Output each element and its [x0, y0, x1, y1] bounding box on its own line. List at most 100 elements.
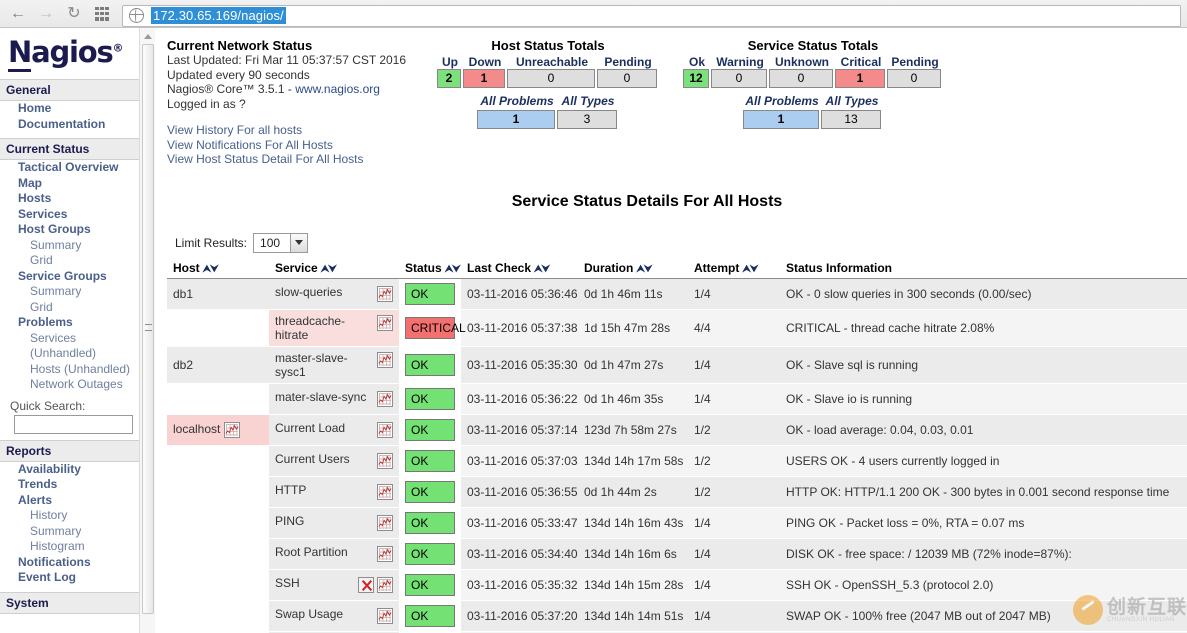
notifications-disabled-icon[interactable]: [358, 577, 374, 593]
host-subtotal-all-problems[interactable]: 1: [477, 110, 555, 129]
service-name[interactable]: mater-slave-sync: [275, 390, 366, 404]
column-header-last-check[interactable]: Last Check ⮝⮟: [461, 258, 578, 279]
column-header-service[interactable]: Service ⮝⮟: [269, 258, 399, 279]
service-name[interactable]: slow-queries: [275, 285, 342, 299]
service-cell[interactable]: mater-slave-sync: [269, 383, 399, 415]
column-header-status[interactable]: Status ⮝⮟: [399, 258, 461, 279]
service-cell[interactable]: PING: [269, 507, 399, 539]
chevron-down-icon[interactable]: [290, 233, 308, 252]
limit-results-select[interactable]: 100: [253, 232, 309, 253]
sort-arrows-icon[interactable]: ⮝⮟: [636, 264, 652, 275]
forward-icon[interactable]: →: [32, 2, 60, 26]
nagios-logo[interactable]: Nagios®: [0, 28, 155, 73]
sidebar-item-tactical-overview[interactable]: Tactical Overview: [0, 160, 155, 176]
view-link-view-host-status-detail-for-all-hosts[interactable]: View Host Status Detail For All Hosts: [167, 152, 437, 167]
column-header-duration[interactable]: Duration ⮝⮟: [578, 258, 688, 279]
host-cell[interactable]: db1: [167, 278, 269, 310]
sidebar-item-problems[interactable]: Problems: [0, 315, 155, 331]
sort-arrows-icon[interactable]: ⮝⮟: [203, 264, 219, 275]
service-cell[interactable]: Current Users: [269, 445, 399, 477]
sidebar-item-hosts[interactable]: Hosts: [0, 191, 155, 207]
host-name[interactable]: db2: [173, 358, 193, 372]
service-name[interactable]: Current Users: [275, 452, 350, 466]
service-name[interactable]: master-slave-sysc1: [275, 351, 348, 379]
service-trends-graph-icon[interactable]: [377, 453, 393, 469]
sort-arrows-icon[interactable]: ⮝⮟: [445, 264, 461, 275]
sidebar-item-hosts-unhandled[interactable]: Hosts (Unhandled): [0, 362, 155, 378]
host-subtotal-all-types[interactable]: 3: [557, 110, 617, 129]
service-total-warning[interactable]: 0: [711, 69, 767, 88]
service-trends-graph-icon[interactable]: [377, 484, 393, 500]
service-cell[interactable]: master-slave-sysc1: [269, 346, 399, 384]
service-cell[interactable]: Swap Usage: [269, 600, 399, 632]
service-trends-graph-icon[interactable]: [377, 422, 393, 438]
service-cell[interactable]: HTTP: [269, 476, 399, 508]
service-trends-graph-icon[interactable]: [377, 286, 393, 302]
sidebar-item-network-outages[interactable]: Network Outages: [0, 377, 155, 393]
nagios-org-link[interactable]: www.nagios.org: [295, 82, 380, 96]
service-name[interactable]: PING: [275, 514, 304, 528]
service-total-pending[interactable]: 0: [887, 69, 941, 88]
service-subtotal-all-problems[interactable]: 1: [743, 110, 819, 129]
service-trends-graph-icon[interactable]: [377, 608, 393, 624]
sidebar-item-grid[interactable]: Grid: [0, 253, 155, 269]
scrollbar-thumb[interactable]: [142, 44, 154, 614]
service-total-ok[interactable]: 12: [683, 69, 709, 88]
service-trends-graph-icon[interactable]: [377, 314, 393, 331]
sidebar-scrollbar[interactable]: [139, 28, 155, 633]
service-cell[interactable]: Root Partition: [269, 538, 399, 570]
sidebar-item-availability[interactable]: Availability: [0, 462, 155, 478]
service-cell[interactable]: Current Load: [269, 414, 399, 446]
address-bar[interactable]: 172.30.65.169/nagios/: [122, 4, 1181, 27]
column-header-status-information[interactable]: Status Information: [780, 258, 1187, 279]
reload-icon[interactable]: ↻: [60, 2, 88, 26]
sidebar-item-histogram[interactable]: Histogram: [0, 539, 155, 555]
view-link-view-notifications-for-all-hosts[interactable]: View Notifications For All Hosts: [167, 138, 437, 153]
sidebar-item-history[interactable]: History: [0, 508, 155, 524]
sort-arrows-icon[interactable]: ⮝⮟: [321, 264, 337, 275]
quick-search-input[interactable]: [14, 414, 133, 434]
service-name[interactable]: Current Load: [275, 421, 345, 435]
host-name[interactable]: db1: [173, 287, 193, 301]
sidebar-item-services[interactable]: Services: [0, 207, 155, 223]
sidebar-item-alerts[interactable]: Alerts: [0, 493, 155, 509]
sort-arrows-icon[interactable]: ⮝⮟: [742, 264, 758, 275]
sidebar-item-service-groups[interactable]: Service Groups: [0, 269, 155, 285]
host-total-down[interactable]: 1: [463, 69, 505, 88]
sidebar-item-summary[interactable]: Summary: [0, 284, 155, 300]
host-trends-graph-icon[interactable]: [223, 421, 240, 438]
host-total-unreachable[interactable]: 0: [507, 69, 595, 88]
sidebar-item-unhandled[interactable]: (Unhandled): [0, 346, 155, 362]
sidebar-item-notifications[interactable]: Notifications: [0, 555, 155, 571]
service-total-unknown[interactable]: 0: [769, 69, 833, 88]
sidebar-item-grid[interactable]: Grid: [0, 300, 155, 316]
service-name[interactable]: threadcache-hitrate: [275, 314, 345, 342]
sidebar-item-host-groups[interactable]: Host Groups: [0, 222, 155, 238]
sidebar-item-services[interactable]: Services: [0, 331, 155, 347]
sidebar-item-trends[interactable]: Trends: [0, 477, 155, 493]
sidebar-item-map[interactable]: Map: [0, 176, 155, 192]
service-cell[interactable]: SSH: [269, 569, 399, 601]
host-name[interactable]: localhost: [173, 422, 220, 436]
service-name[interactable]: SSH: [275, 576, 300, 590]
sidebar-item-event-log[interactable]: Event Log: [0, 570, 155, 586]
column-header-attempt[interactable]: Attempt ⮝⮟: [688, 258, 780, 279]
service-cell[interactable]: slow-queries: [269, 278, 399, 310]
grid-apps-icon[interactable]: [88, 2, 116, 26]
service-trends-graph-icon[interactable]: [377, 391, 393, 407]
sidebar-item-summary[interactable]: Summary: [0, 238, 155, 254]
host-cell[interactable]: db2: [167, 346, 269, 384]
service-trends-graph-icon[interactable]: [377, 515, 393, 531]
host-total-up[interactable]: 2: [437, 69, 461, 88]
service-trends-graph-icon[interactable]: [377, 577, 393, 593]
sort-arrows-icon[interactable]: ⮝⮟: [534, 264, 550, 275]
service-name[interactable]: Root Partition: [275, 545, 348, 559]
service-cell[interactable]: threadcache-hitrate: [269, 309, 399, 347]
service-name[interactable]: HTTP: [275, 483, 306, 497]
sidebar-item-summary[interactable]: Summary: [0, 524, 155, 540]
back-icon[interactable]: ←: [4, 2, 32, 26]
url-text[interactable]: 172.30.65.169/nagios/: [151, 7, 286, 24]
scroll-up-icon[interactable]: [143, 34, 152, 39]
sidebar-item-home[interactable]: Home: [0, 101, 155, 117]
column-header-host[interactable]: Host ⮝⮟: [167, 258, 269, 279]
